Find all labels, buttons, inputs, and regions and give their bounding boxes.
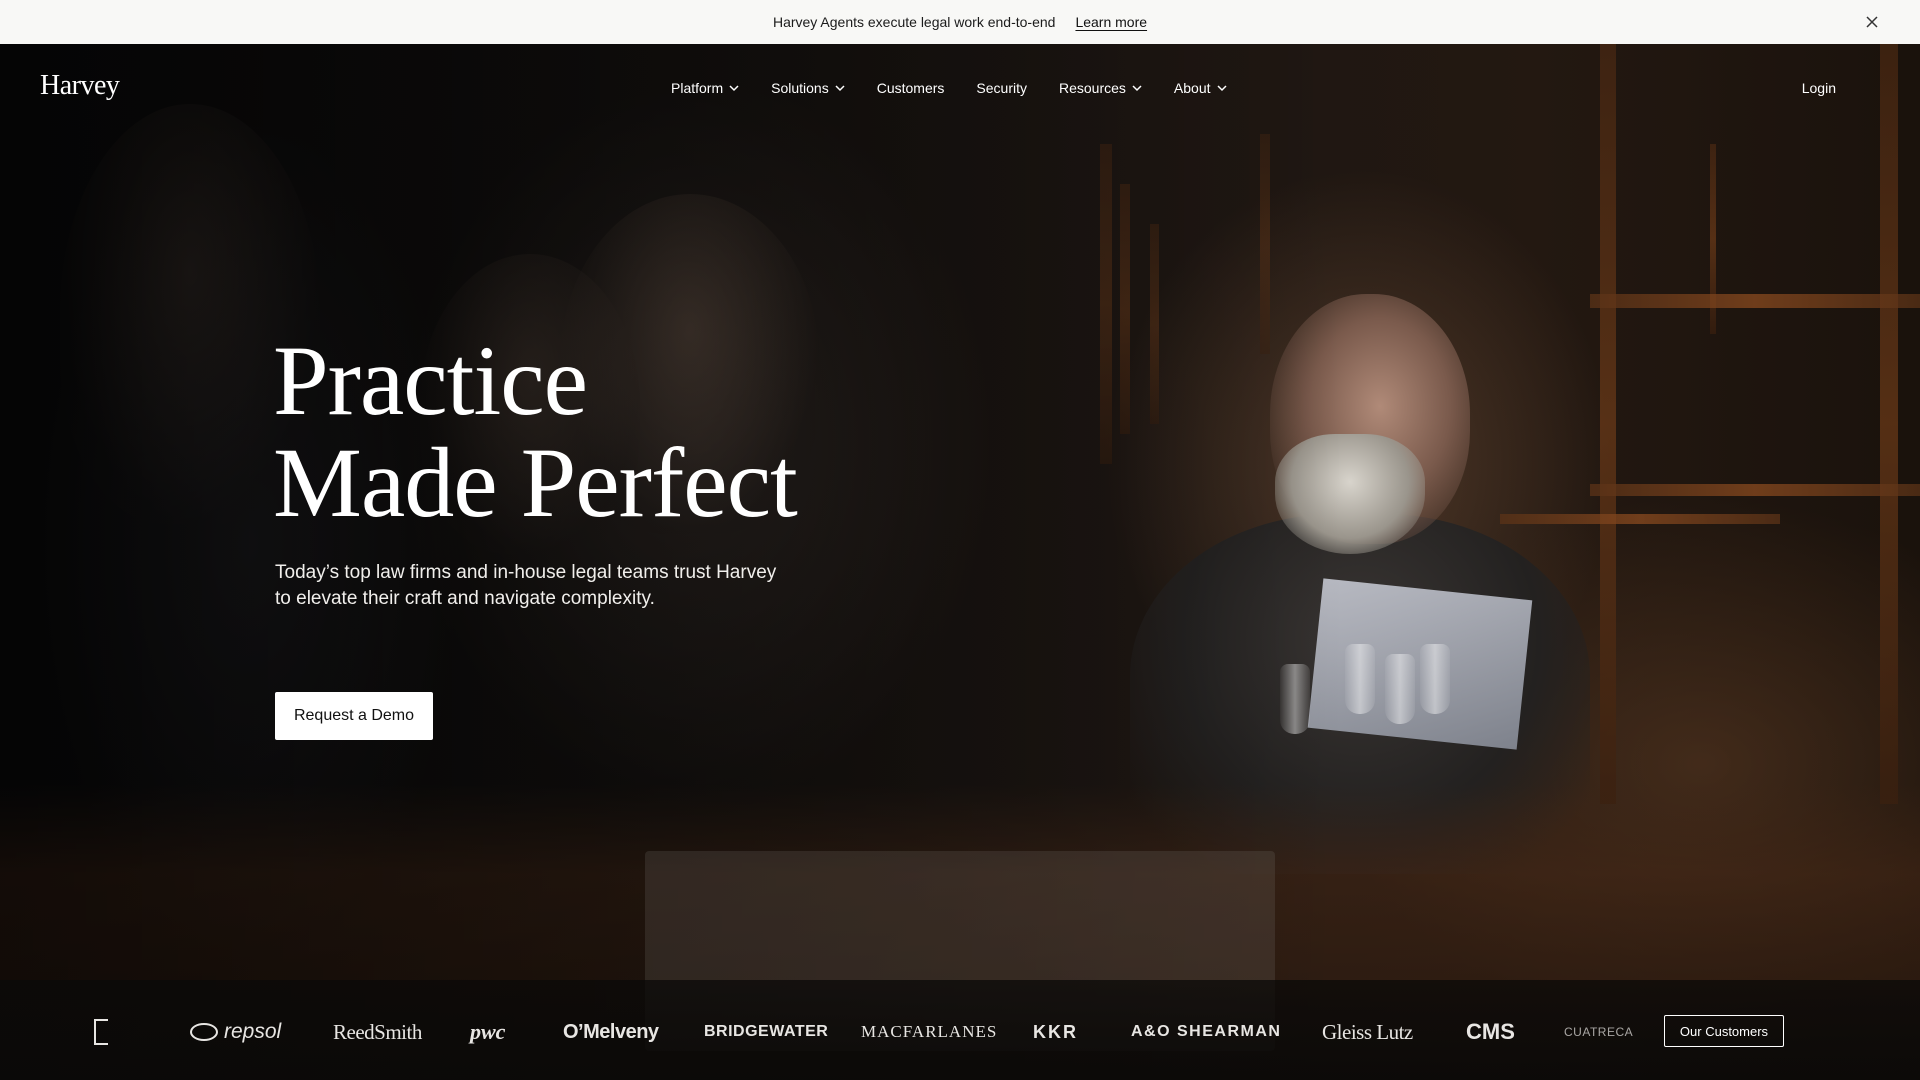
customer-logo-cuatrecasas: CUATRECA [1564,1025,1634,1039]
customer-logo-kkr: KKR [1033,1022,1078,1042]
nav-resources[interactable]: Resources [1059,80,1142,96]
customer-logo-omelveny: O’Melveny [563,1021,659,1043]
harvey-logo[interactable]: Harvey [40,70,120,102]
repsol-mark-icon [190,1023,218,1041]
customer-logo-bridgewater: BRIDGEWATER [704,1023,829,1040]
nav-security[interactable]: Security [976,80,1027,96]
main-nav: Platform Solutions Customers Security Re… [671,80,1259,96]
close-icon[interactable] [1862,12,1882,32]
customer-logo-cms: CMS [1466,1019,1515,1044]
request-demo-button[interactable]: Request a Demo [275,692,433,740]
customer-logo-repsol: repsol [190,1020,281,1044]
customer-logo-ao-shearman: A&O SHEARMAN [1131,1023,1282,1040]
headline-line-2: Made Perfect [273,427,798,538]
customer-logo-reedsmith: ReedSmith [333,1020,422,1044]
headline-line-1: Practice [273,325,588,436]
nav-label: About [1173,80,1211,96]
customer-logo-gleiss-lutz: Gleiss Lutz [1322,1020,1413,1044]
chevron-down-icon [1132,83,1142,93]
nav-platform[interactable]: Platform [671,80,739,96]
nav-customers[interactable]: Customers [877,80,945,96]
chevron-down-icon [835,83,845,93]
logo-text: repsol [224,1020,282,1043]
customer-logo-pwc: pwc [470,1019,506,1044]
announcement-bar: Harvey Agents execute legal work end-to-… [0,0,1920,44]
customer-logo-strip: repsol ReedSmith pwc O’Melveny BRIDGEWAT… [0,980,1920,1080]
nav-label: Customers [876,80,945,96]
nav-label: Platform [671,80,724,96]
chevron-down-icon [1216,83,1227,93]
nav-about[interactable]: About [1174,80,1227,96]
customer-logo-e-icon [94,1019,108,1045]
learn-more-link[interactable]: Learn more [1075,14,1147,30]
nav-label: Resources [1058,80,1126,96]
hero-headline: Practice Made Perfect [273,325,798,538]
login-link[interactable]: Login [1802,80,1836,96]
our-customers-button[interactable]: Our Customers [1664,1015,1784,1047]
nav-solutions[interactable]: Solutions [771,80,845,96]
hero-subtext: Today’s top law firms and in-house legal… [275,562,777,609]
announcement-message: Harvey Agents execute legal work end-to-… [772,14,1056,30]
nav-label: Security [976,80,1027,96]
customer-logo-macfarlanes: MACFARLANES [861,1022,998,1041]
chevron-down-icon [729,83,739,93]
site-header: Harvey Platform Solutions Customers Secu… [0,44,1920,134]
nav-label: Solutions [771,80,829,96]
